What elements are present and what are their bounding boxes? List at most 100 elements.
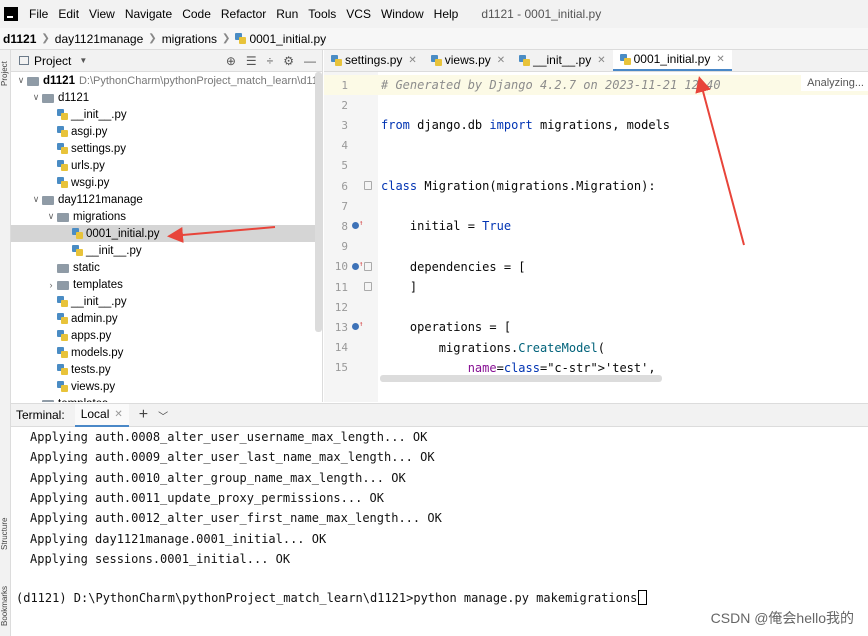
tree-item[interactable]: wsgi.py [11, 174, 322, 191]
fold-icon[interactable] [364, 282, 372, 291]
tree-item[interactable]: ∨ day1121manage [11, 191, 322, 208]
tree-item[interactable]: ∨ d1121 [11, 89, 322, 106]
gear-icon[interactable]: ⚙ [283, 54, 294, 68]
overrides-icon[interactable] [352, 222, 359, 230]
tree-item[interactable]: templates [11, 395, 322, 402]
project-panel-title[interactable]: Project [34, 54, 71, 68]
tree-item-label: tests.py [71, 363, 111, 376]
code-text: initial = True [381, 219, 512, 234]
tool-tab-structure[interactable]: Structure [0, 508, 11, 560]
code-line[interactable]: 8 ↑ initial = True [324, 216, 868, 236]
tree-item[interactable]: static [11, 259, 322, 276]
new-terminal-button[interactable]: + [139, 406, 148, 424]
code-line[interactable]: 10 ↑ dependencies = [ [324, 257, 868, 277]
menu-help[interactable]: Help [429, 7, 464, 21]
breadcrumb-file[interactable]: 0001_initial.py [235, 32, 326, 46]
folder-icon [27, 77, 39, 86]
menu-navigate[interactable]: Navigate [120, 7, 177, 21]
project-icon [19, 56, 29, 65]
code-line[interactable]: 6 class Migration(migrations.Migration): [324, 176, 868, 196]
chevron-down-icon[interactable]: ∨ [30, 92, 42, 103]
tree-item[interactable]: admin.py [11, 310, 322, 327]
terminal-prompt-line[interactable]: (d1121) D:\PythonCharm\pythonProject_mat… [16, 590, 648, 605]
chevron-down-icon[interactable]: ∨ [45, 211, 57, 222]
code-text: from django.db import migrations, models [381, 118, 671, 133]
gutter-marker [348, 176, 378, 196]
breadcrumb-app[interactable]: day1121manage [55, 32, 144, 46]
overrides-icon[interactable] [352, 323, 359, 331]
close-icon[interactable]: ✕ [114, 409, 122, 420]
menu-refactor[interactable]: Refactor [216, 7, 271, 21]
code-line[interactable]: 9 [324, 237, 868, 257]
chevron-down-icon[interactable]: ∨ [15, 75, 27, 86]
tree-item[interactable]: settings.py [11, 140, 322, 157]
terminal-tab-local[interactable]: Local ✕ [74, 403, 129, 427]
chevron-right-icon[interactable]: › [45, 280, 57, 290]
tree-item[interactable]: __init__.py [11, 242, 322, 259]
code-line[interactable]: 13 ↑ operations = [ [324, 317, 868, 337]
menu-window[interactable]: Window [376, 7, 429, 21]
tree-item[interactable]: tests.py [11, 361, 322, 378]
dropdown-arrow-icon[interactable]: ▼ [79, 56, 87, 65]
close-icon[interactable]: ✕ [597, 55, 605, 66]
tree-item[interactable]: models.py [11, 344, 322, 361]
menu-edit[interactable]: Edit [53, 7, 84, 21]
tree-item[interactable]: __init__.py [11, 293, 322, 310]
code-line[interactable]: 4 [324, 136, 868, 156]
chevron-down-icon[interactable]: ﹀ [158, 408, 168, 423]
tree-item[interactable]: apps.py [11, 327, 322, 344]
fold-icon[interactable] [364, 261, 372, 271]
menu-tools[interactable]: Tools [303, 7, 341, 21]
gutter-marker [348, 136, 378, 156]
code-line[interactable]: 11 ] [324, 277, 868, 297]
editor-tab[interactable]: views.py ✕ [424, 50, 512, 71]
overrides-icon[interactable] [352, 262, 359, 270]
expand-all-icon[interactable]: ☰ [246, 54, 257, 68]
menu-run[interactable]: Run [271, 7, 303, 21]
editor-tab-label: settings.py [345, 53, 403, 67]
tree-item[interactable]: ∨ migrations [11, 208, 322, 225]
code-text: class Migration(migrations.Migration): [381, 179, 656, 193]
editor-tab[interactable]: __init__.py ✕ [512, 50, 612, 71]
menu-file[interactable]: File [24, 7, 53, 21]
code-text: operations = [ [381, 320, 512, 335]
code-line[interactable]: 12 [324, 297, 868, 317]
hide-panel-icon[interactable]: — [304, 54, 316, 68]
breadcrumb-root[interactable]: d1121 [3, 32, 36, 46]
project-panel-header: Project ▼ ⊕ ☰ ÷ ⚙ — [11, 50, 322, 72]
tool-tab-bookmarks[interactable]: Bookmarks [0, 580, 11, 632]
code-line[interactable]: 1 # Generated by Django 4.2.7 on 2023-11-… [324, 75, 868, 95]
tree-item[interactable]: __init__.py [11, 106, 322, 123]
menu-vcs[interactable]: VCS [341, 7, 376, 21]
chevron-down-icon[interactable]: ∨ [30, 194, 42, 205]
breadcrumb-folder[interactable]: migrations [162, 32, 217, 46]
tool-tab-project[interactable]: Project [0, 54, 11, 94]
code-line[interactable]: 2 [324, 95, 868, 115]
code-line[interactable]: 3 from django.db import migrations, model… [324, 115, 868, 135]
menu-code[interactable]: Code [177, 7, 216, 21]
editor-area: settings.py ✕ views.py ✕ __init__.py ✕ 0001_in… [324, 50, 868, 402]
code-line[interactable]: 7 [324, 196, 868, 216]
tree-item[interactable]: urls.py [11, 157, 322, 174]
code-line[interactable]: 5 [324, 156, 868, 176]
tree-item[interactable]: › templates [11, 276, 322, 293]
editor-tab[interactable]: 0001_initial.py ✕ [612, 50, 732, 71]
menu-view[interactable]: View [84, 7, 120, 21]
locate-file-icon[interactable]: ⊕ [226, 54, 236, 68]
tree-item[interactable]: asgi.py [11, 123, 322, 140]
fold-icon[interactable] [364, 181, 372, 190]
code-line[interactable]: 14 migrations.CreateModel( [324, 338, 868, 358]
horizontal-scrollbar[interactable] [380, 375, 662, 382]
tree-item-label: __init__.py [71, 295, 127, 308]
close-icon[interactable]: ✕ [497, 55, 505, 66]
vertical-scrollbar[interactable] [315, 72, 322, 332]
tree-item-label: admin.py [71, 312, 118, 325]
editor-tab[interactable]: settings.py ✕ [324, 50, 424, 71]
tree-item[interactable]: 0001_initial.py [11, 225, 322, 242]
tree-item[interactable]: ∨ d1121 D:\PythonCharm\pythonProject_match… [11, 72, 322, 89]
collapse-all-icon[interactable]: ÷ [267, 54, 274, 68]
close-icon[interactable]: ✕ [716, 54, 724, 65]
tree-item[interactable]: views.py [11, 378, 322, 395]
close-icon[interactable]: ✕ [408, 55, 416, 66]
terminal-output[interactable]: Applying auth.0008_alter_user_username_m… [11, 427, 868, 636]
